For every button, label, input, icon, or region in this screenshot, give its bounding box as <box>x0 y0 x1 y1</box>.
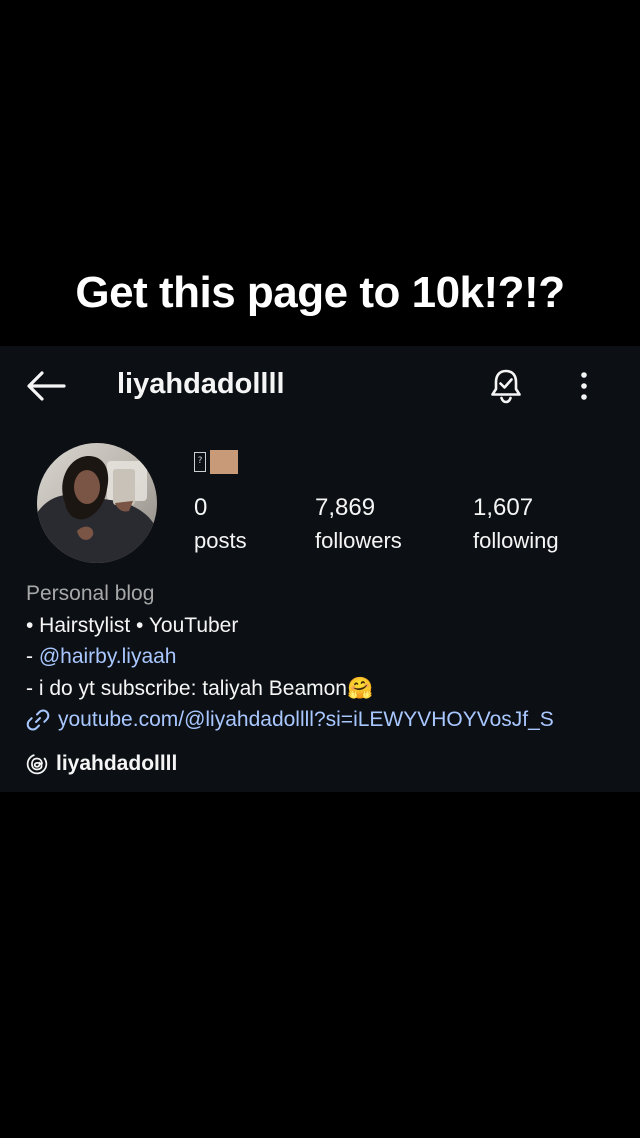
skin-tone-emoji <box>210 450 238 474</box>
stat-posts[interactable]: 0 posts <box>194 493 247 559</box>
following-count: 1,607 <box>473 494 534 521</box>
threads-badge[interactable]: liyahdadollll <box>26 752 177 776</box>
notifications-button[interactable] <box>486 366 526 406</box>
bio-link-text: youtube.com/@liyahdadollll?si=iLEWYVHOYV… <box>58 708 554 731</box>
profile-username-title: liyahdadollll <box>117 368 285 400</box>
bio-line-3: - i do yt subscribe: taliyah Beamon🤗 <box>26 676 374 700</box>
avatar-photo <box>37 443 157 563</box>
bio-external-link[interactable]: youtube.com/@liyahdadollll?si=iLEWYVHOYV… <box>26 704 626 736</box>
more-options-button[interactable] <box>570 370 598 402</box>
profile-bio: Personal blog • Hairstylist • YouTuber -… <box>26 578 626 736</box>
top-bar: liyahdadollll <box>0 346 640 426</box>
profile-category: Personal blog <box>26 582 155 605</box>
posts-count: 0 <box>194 494 208 521</box>
missing-glyph-box: ? <box>194 452 206 472</box>
stat-followers[interactable]: 7,869 followers <box>315 493 402 559</box>
bio-line-2-prefix: - <box>26 645 39 668</box>
page: Get this page to 10k!?!? liyahdadollll ?… <box>0 0 640 1138</box>
following-label: following <box>473 528 559 553</box>
more-vertical-icon <box>581 372 587 400</box>
stat-following[interactable]: 1,607 following <box>473 493 559 559</box>
bio-mention-link[interactable]: @hairby.liyaah <box>39 645 177 668</box>
profile-avatar[interactable] <box>37 443 157 563</box>
bio-line-2: - @hairby.liyaah <box>26 641 626 673</box>
bio-line-1: • Hairstylist • YouTuber <box>26 613 239 637</box>
profile-note: ? <box>194 450 238 474</box>
arrow-left-icon <box>27 371 66 401</box>
threads-handle: liyahdadollll <box>56 752 178 775</box>
profile-card: liyahdadollll ? 0 posts 7,869 followers … <box>0 346 640 792</box>
link-icon <box>26 709 50 731</box>
notification-bell-icon <box>491 369 521 404</box>
followers-count: 7,869 <box>315 494 376 521</box>
threads-icon <box>26 753 48 775</box>
video-caption: Get this page to 10k!?!? <box>75 268 565 317</box>
followers-label: followers <box>315 528 402 553</box>
posts-label: posts <box>194 528 247 553</box>
back-button[interactable] <box>24 368 68 404</box>
